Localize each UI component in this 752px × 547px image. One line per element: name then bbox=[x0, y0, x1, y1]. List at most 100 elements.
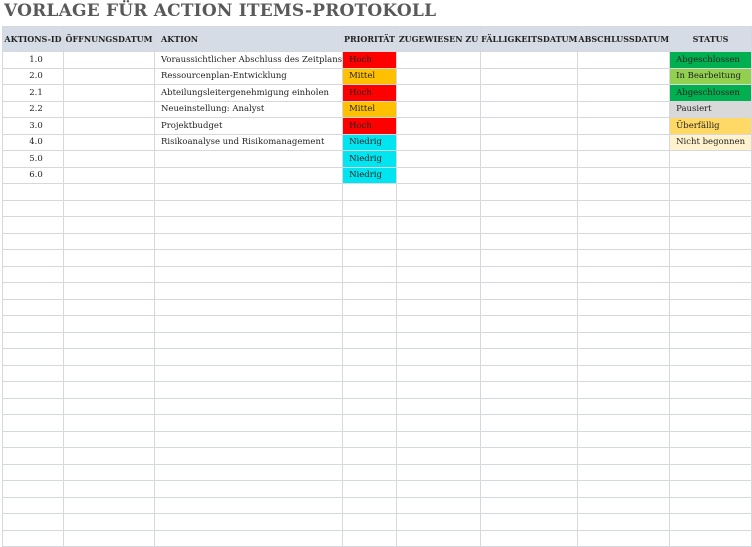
cell-zugewiesen-zu[interactable] bbox=[395, 166, 482, 184]
cell-zugewiesen-zu[interactable] bbox=[395, 381, 482, 399]
cell-oeffnungsdatum[interactable] bbox=[63, 364, 155, 382]
cell-status[interactable] bbox=[669, 315, 752, 333]
cell-prioritaet[interactable] bbox=[342, 447, 397, 465]
cell-aktions-id[interactable] bbox=[1, 183, 65, 201]
cell-aktion[interactable] bbox=[153, 282, 344, 300]
cell-status[interactable] bbox=[669, 480, 752, 498]
column-header-zugewiesen-zu[interactable]: ZUGEWIESEN ZU bbox=[395, 26, 482, 52]
cell-status[interactable] bbox=[669, 265, 752, 283]
cell-oeffnungsdatum[interactable] bbox=[63, 100, 155, 118]
cell-aktion[interactable] bbox=[153, 199, 344, 217]
cell-aktions-id[interactable]: 3.0 bbox=[1, 117, 65, 135]
cell-faelligkeitsdatum[interactable] bbox=[480, 315, 579, 333]
cell-oeffnungsdatum[interactable] bbox=[63, 381, 155, 399]
cell-aktions-id[interactable] bbox=[1, 331, 65, 349]
cell-aktion[interactable]: Risikoanalyse und Risikomanagement bbox=[153, 133, 344, 151]
cell-zugewiesen-zu[interactable] bbox=[395, 480, 482, 498]
cell-abschlussdatum[interactable] bbox=[577, 315, 671, 333]
cell-abschlussdatum[interactable] bbox=[577, 249, 671, 267]
cell-aktion[interactable] bbox=[153, 414, 344, 432]
cell-abschlussdatum[interactable] bbox=[577, 529, 671, 547]
cell-aktions-id[interactable] bbox=[1, 199, 65, 217]
cell-oeffnungsdatum[interactable] bbox=[63, 249, 155, 267]
cell-prioritaet[interactable] bbox=[342, 282, 397, 300]
cell-zugewiesen-zu[interactable] bbox=[395, 315, 482, 333]
cell-abschlussdatum[interactable] bbox=[577, 199, 671, 217]
cell-oeffnungsdatum[interactable] bbox=[63, 315, 155, 333]
cell-oeffnungsdatum[interactable] bbox=[63, 183, 155, 201]
cell-abschlussdatum[interactable] bbox=[577, 414, 671, 432]
cell-faelligkeitsdatum[interactable] bbox=[480, 298, 579, 316]
cell-aktion[interactable]: Voraussichtlicher Abschluss des Zeitplan… bbox=[153, 51, 344, 69]
cell-abschlussdatum[interactable] bbox=[577, 348, 671, 366]
cell-aktions-id[interactable] bbox=[1, 496, 65, 514]
cell-faelligkeitsdatum[interactable] bbox=[480, 348, 579, 366]
cell-faelligkeitsdatum[interactable] bbox=[480, 232, 579, 250]
cell-aktion[interactable] bbox=[153, 265, 344, 283]
cell-zugewiesen-zu[interactable] bbox=[395, 513, 482, 531]
cell-status[interactable] bbox=[669, 232, 752, 250]
cell-status[interactable] bbox=[669, 447, 752, 465]
cell-aktion[interactable] bbox=[153, 348, 344, 366]
cell-prioritaet[interactable]: Hoch bbox=[342, 117, 397, 135]
cell-abschlussdatum[interactable] bbox=[577, 51, 671, 69]
cell-zugewiesen-zu[interactable] bbox=[395, 397, 482, 415]
cell-zugewiesen-zu[interactable] bbox=[395, 298, 482, 316]
cell-status[interactable]: Abgeschlossen bbox=[669, 84, 752, 102]
cell-faelligkeitsdatum[interactable] bbox=[480, 100, 579, 118]
cell-status[interactable]: In Bearbeitung bbox=[669, 67, 752, 85]
cell-zugewiesen-zu[interactable] bbox=[395, 150, 482, 168]
cell-prioritaet[interactable]: Hoch bbox=[342, 84, 397, 102]
cell-aktion[interactable] bbox=[153, 430, 344, 448]
cell-oeffnungsdatum[interactable] bbox=[63, 216, 155, 234]
cell-faelligkeitsdatum[interactable] bbox=[480, 463, 579, 481]
cell-aktions-id[interactable] bbox=[1, 315, 65, 333]
cell-aktion[interactable] bbox=[153, 232, 344, 250]
cell-oeffnungsdatum[interactable] bbox=[63, 133, 155, 151]
cell-faelligkeitsdatum[interactable] bbox=[480, 414, 579, 432]
cell-aktions-id[interactable]: 2.1 bbox=[1, 84, 65, 102]
cell-faelligkeitsdatum[interactable] bbox=[480, 166, 579, 184]
cell-abschlussdatum[interactable] bbox=[577, 117, 671, 135]
cell-prioritaet[interactable] bbox=[342, 364, 397, 382]
cell-aktion[interactable] bbox=[153, 315, 344, 333]
cell-oeffnungsdatum[interactable] bbox=[63, 397, 155, 415]
cell-aktion[interactable] bbox=[153, 249, 344, 267]
cell-aktion[interactable] bbox=[153, 447, 344, 465]
cell-prioritaet[interactable] bbox=[342, 265, 397, 283]
cell-aktions-id[interactable] bbox=[1, 282, 65, 300]
cell-aktions-id[interactable]: 2.2 bbox=[1, 100, 65, 118]
cell-abschlussdatum[interactable] bbox=[577, 216, 671, 234]
cell-prioritaet[interactable] bbox=[342, 397, 397, 415]
cell-aktions-id[interactable] bbox=[1, 513, 65, 531]
cell-aktions-id[interactable]: 4.0 bbox=[1, 133, 65, 151]
cell-prioritaet[interactable] bbox=[342, 480, 397, 498]
cell-faelligkeitsdatum[interactable] bbox=[480, 496, 579, 514]
cell-aktions-id[interactable] bbox=[1, 298, 65, 316]
cell-aktion[interactable] bbox=[153, 150, 344, 168]
cell-aktion[interactable]: Neueinstellung: Analyst bbox=[153, 100, 344, 118]
cell-aktion[interactable] bbox=[153, 331, 344, 349]
cell-aktions-id[interactable] bbox=[1, 364, 65, 382]
cell-aktion[interactable]: Projektbudget bbox=[153, 117, 344, 135]
cell-prioritaet[interactable]: Niedrig bbox=[342, 150, 397, 168]
cell-status[interactable]: Überfällig bbox=[669, 117, 752, 135]
cell-aktions-id[interactable] bbox=[1, 397, 65, 415]
cell-oeffnungsdatum[interactable] bbox=[63, 463, 155, 481]
cell-zugewiesen-zu[interactable] bbox=[395, 496, 482, 514]
cell-prioritaet[interactable]: Niedrig bbox=[342, 133, 397, 151]
cell-zugewiesen-zu[interactable] bbox=[395, 414, 482, 432]
cell-abschlussdatum[interactable] bbox=[577, 381, 671, 399]
cell-prioritaet[interactable] bbox=[342, 430, 397, 448]
cell-abschlussdatum[interactable] bbox=[577, 447, 671, 465]
cell-aktions-id[interactable] bbox=[1, 463, 65, 481]
cell-abschlussdatum[interactable] bbox=[577, 364, 671, 382]
column-header-aktion[interactable]: AKTION bbox=[153, 26, 344, 52]
cell-zugewiesen-zu[interactable] bbox=[395, 216, 482, 234]
cell-faelligkeitsdatum[interactable] bbox=[480, 67, 579, 85]
cell-aktion[interactable] bbox=[153, 183, 344, 201]
cell-abschlussdatum[interactable] bbox=[577, 265, 671, 283]
cell-prioritaet[interactable] bbox=[342, 529, 397, 547]
cell-status[interactable] bbox=[669, 430, 752, 448]
cell-faelligkeitsdatum[interactable] bbox=[480, 331, 579, 349]
